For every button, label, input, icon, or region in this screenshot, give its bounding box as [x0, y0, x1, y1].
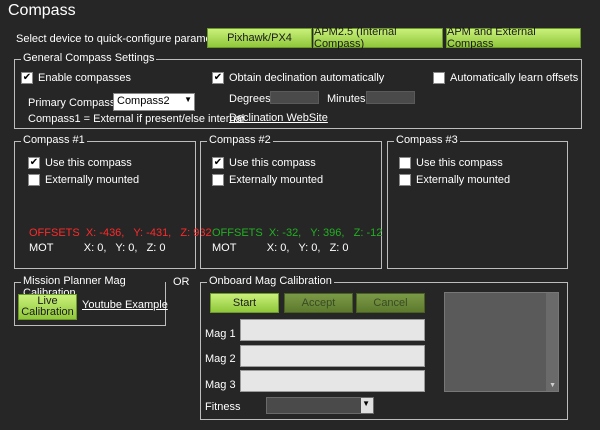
declination-website-link[interactable]: Declination WebSite	[229, 112, 328, 124]
compass1-external-checkbox[interactable]	[28, 174, 40, 186]
check-icon: ✔	[29, 157, 39, 168]
general-settings-legend: General Compass Settings	[21, 52, 157, 64]
chevron-down-icon: ▼	[362, 399, 370, 408]
degrees-label: Degrees	[229, 93, 271, 105]
enable-compasses-checkbox[interactable]: ✔	[21, 72, 33, 84]
compass3-external-checkbox[interactable]	[399, 174, 411, 186]
log-scrollbar[interactable]	[546, 293, 558, 391]
scroll-down-icon: ▼	[549, 382, 556, 389]
page-title: Compass	[8, 2, 76, 19]
compass2-external-label: Externally mounted	[229, 174, 324, 186]
start-button[interactable]: Start	[210, 293, 279, 313]
degrees-input[interactable]	[270, 91, 319, 104]
primary-compass-select[interactable]: Compass2 ▼	[113, 93, 195, 111]
compass2-external-checkbox[interactable]	[212, 174, 224, 186]
calibration-log-box: ▼	[444, 292, 559, 392]
compass1-external-label: Externally mounted	[45, 174, 140, 186]
minutes-input[interactable]	[366, 91, 415, 104]
compass1-use-checkbox[interactable]: ✔	[28, 157, 40, 169]
cancel-button[interactable]: Cancel	[356, 293, 425, 313]
or-label: OR	[173, 276, 190, 288]
onboard-calibration-legend: Onboard Mag Calibration	[207, 275, 334, 287]
compass1-offsets: OFFSETS X: -436, Y: -431, Z: 932	[29, 227, 212, 239]
mag2-label: Mag 2	[205, 353, 236, 365]
mag1-progress	[240, 319, 425, 341]
compass3-use-label: Use this compass	[416, 157, 503, 169]
minutes-label: Minutes	[327, 93, 366, 105]
youtube-example-link[interactable]: Youtube Example	[82, 299, 168, 311]
mag2-progress	[240, 345, 425, 367]
enable-compasses-label: Enable compasses	[38, 72, 131, 84]
check-icon: ✔	[213, 72, 223, 83]
compass2-offsets: OFFSETS X: -32, Y: 396, Z: -12	[212, 227, 383, 239]
fitness-label: Fitness	[205, 401, 241, 413]
chevron-down-icon: ▼	[184, 95, 192, 104]
check-icon: ✔	[22, 72, 32, 83]
check-icon: ✔	[213, 157, 223, 168]
obtain-declination-label: Obtain declination automatically	[229, 72, 385, 84]
pixhawk-button[interactable]: Pixhawk/PX4	[207, 28, 312, 48]
mag1-label: Mag 1	[205, 328, 236, 340]
quick-config-label: Select device to quick-configure paramet…	[16, 33, 234, 45]
live-calibration-button[interactable]: Live Calibration	[18, 294, 77, 320]
mag3-label: Mag 3	[205, 379, 236, 391]
compass3-use-checkbox[interactable]	[399, 157, 411, 169]
obtain-declination-checkbox[interactable]: ✔	[212, 72, 224, 84]
apm25-internal-button[interactable]: APM2.5 (Internal Compass)	[313, 26, 443, 50]
compass2-use-checkbox[interactable]: ✔	[212, 157, 224, 169]
compass3-external-label: Externally mounted	[416, 174, 511, 186]
fitness-select[interactable]: ▼	[266, 397, 374, 414]
accept-button[interactable]: Accept	[284, 293, 353, 313]
compass1-use-label: Use this compass	[45, 157, 132, 169]
compass2-mot: MOT X: 0, Y: 0, Z: 0	[212, 242, 349, 254]
mag3-progress	[240, 370, 425, 392]
compass2-use-label: Use this compass	[229, 157, 316, 169]
compass3-legend: Compass #3	[394, 134, 460, 146]
compass1-mot: MOT X: 0, Y: 0, Z: 0	[29, 242, 166, 254]
apm-external-button[interactable]: APM and External Compass	[446, 26, 581, 50]
primary-compass-value: Compass2	[117, 95, 170, 107]
primary-compass-label: Primary Compass:	[28, 97, 119, 109]
compass1-note: Compass1 = External if present/else inte…	[28, 113, 245, 125]
auto-learn-offsets-label: Automatically learn offsets	[450, 72, 579, 84]
compass2-legend: Compass #2	[207, 134, 273, 146]
compass1-legend: Compass #1	[21, 134, 87, 146]
auto-learn-offsets-checkbox[interactable]	[433, 72, 445, 84]
